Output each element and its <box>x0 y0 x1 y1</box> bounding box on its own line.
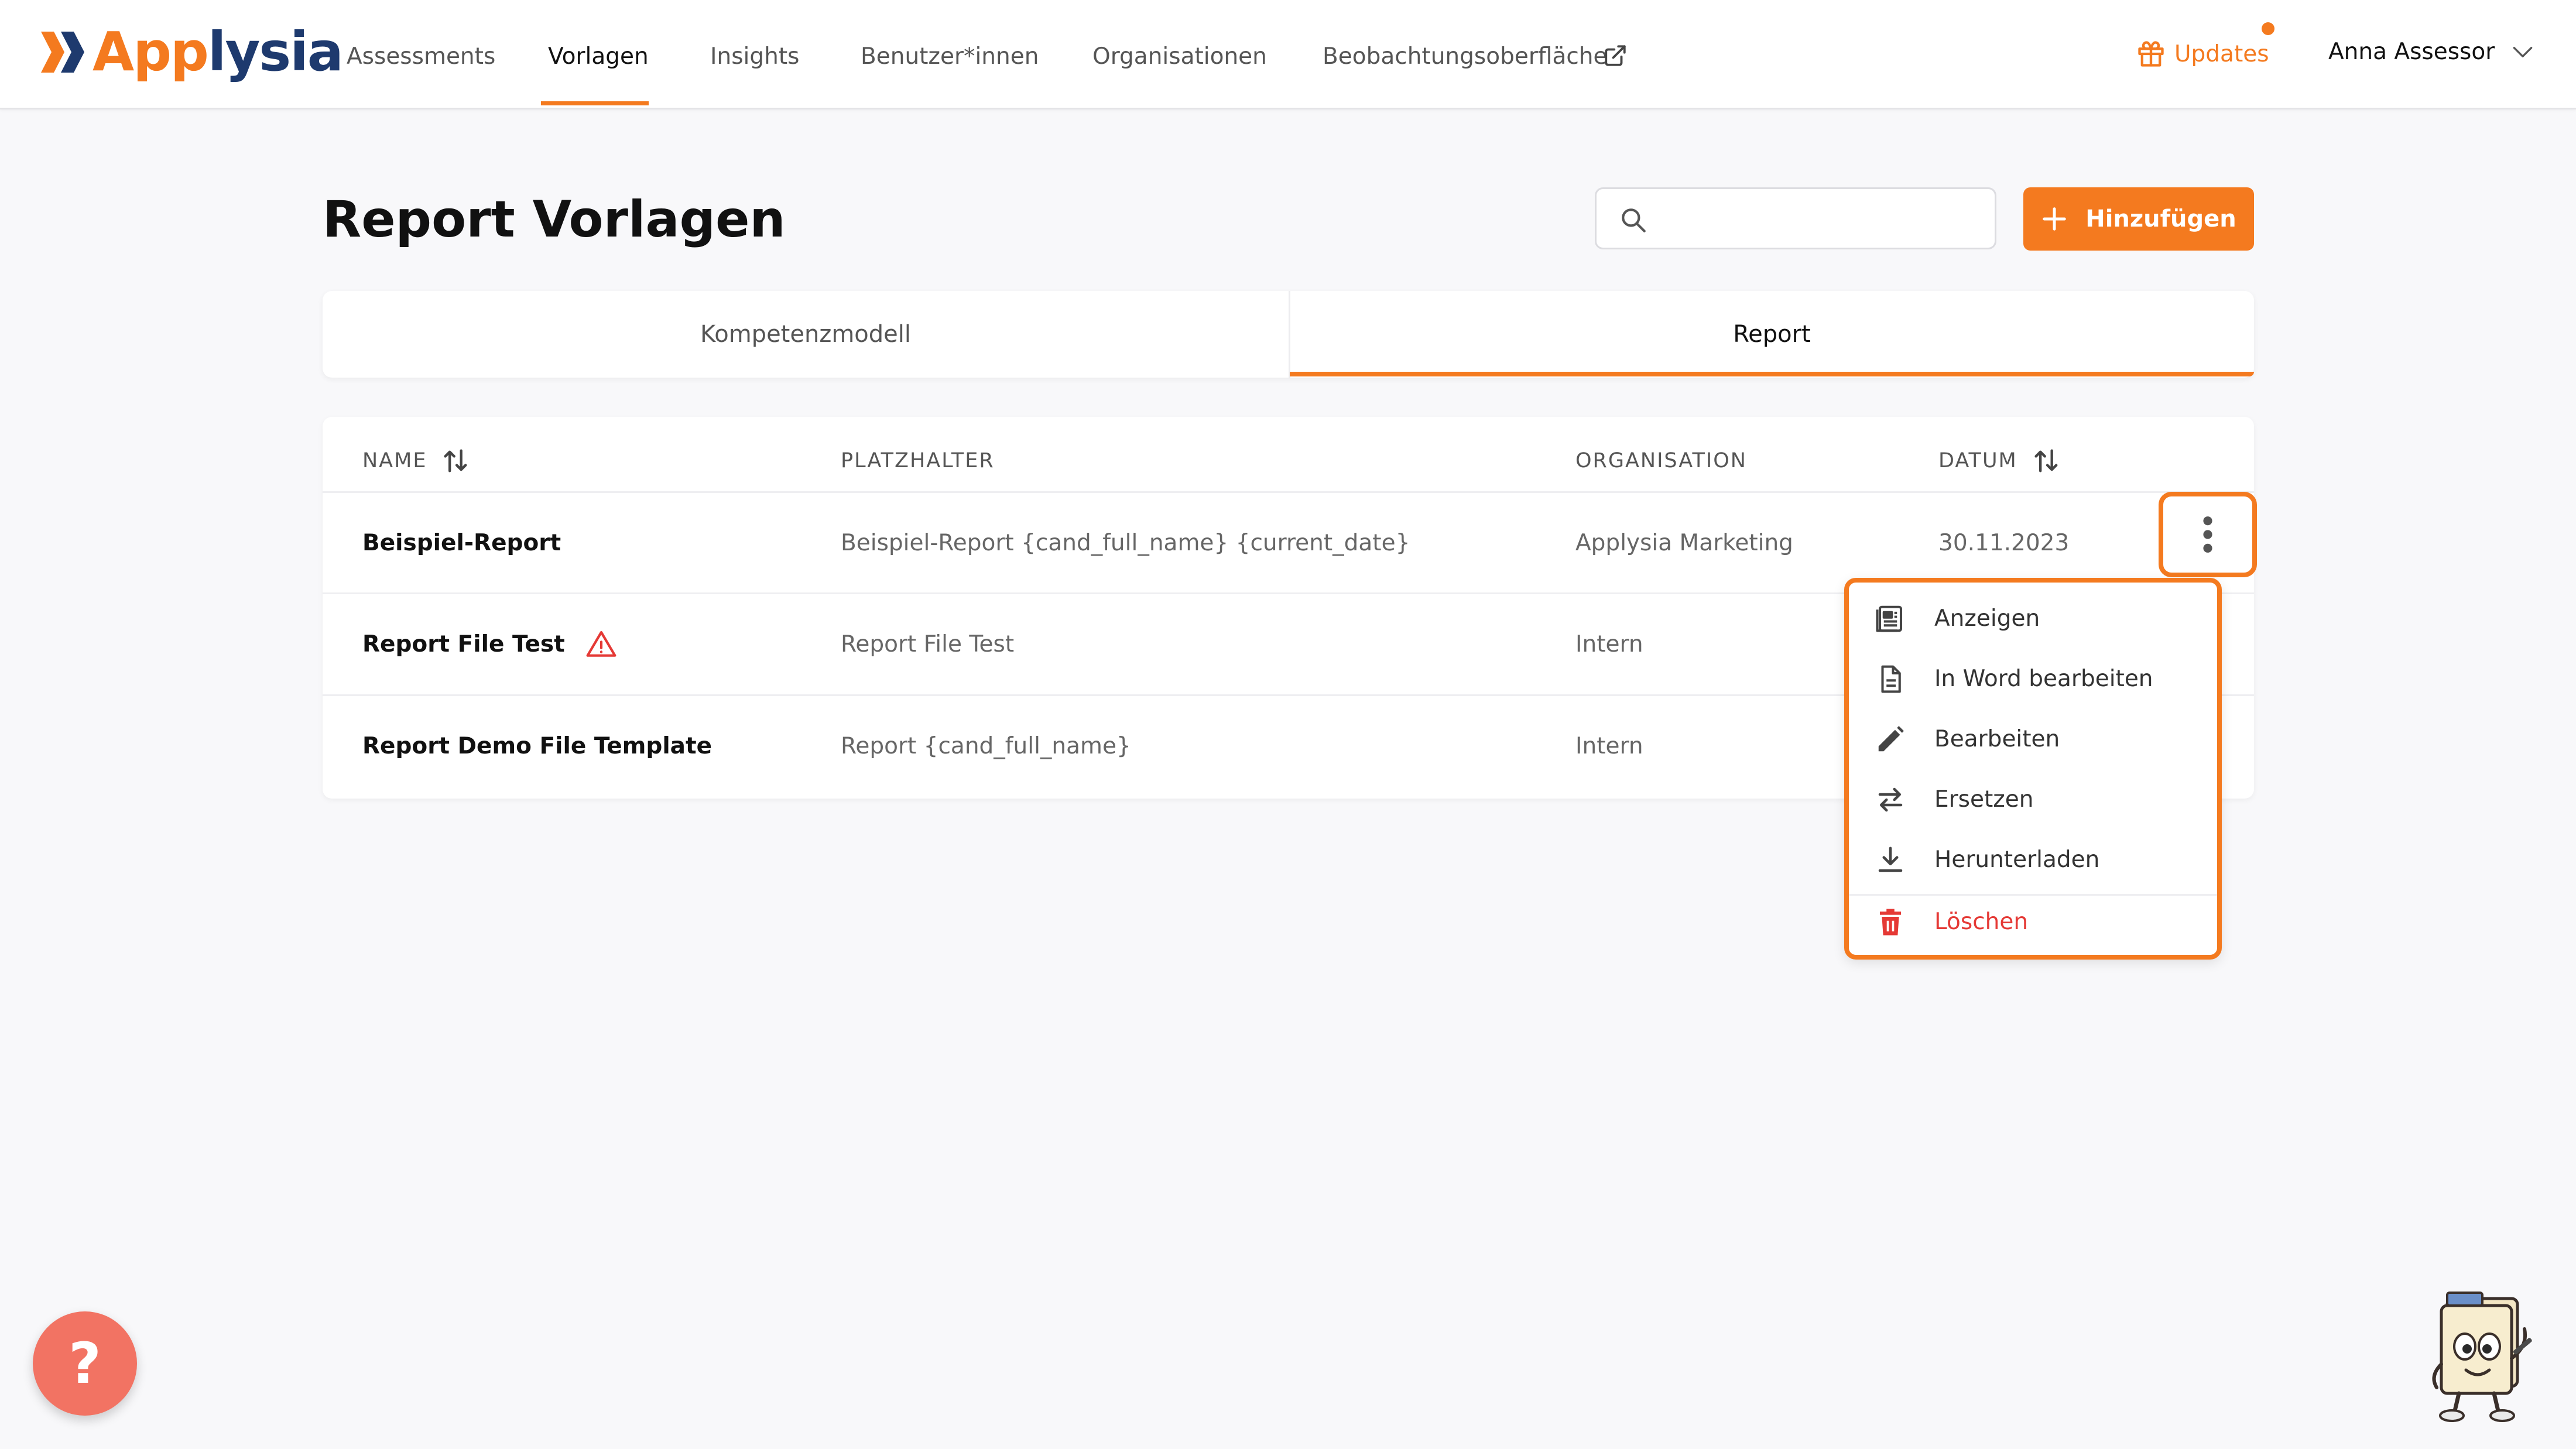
menu-item-herunterladen[interactable]: Herunterladen <box>1849 830 2217 890</box>
row-name: Report Demo File Template <box>362 733 712 759</box>
nav-vorlagen[interactable]: Vorlagen <box>548 41 649 73</box>
user-menu[interactable]: Anna Assessor <box>2328 39 2536 65</box>
updates-notification-dot <box>2262 22 2274 35</box>
menu-item-ersetzen[interactable]: Ersetzen <box>1849 769 2217 830</box>
view-document-icon <box>1876 605 1903 632</box>
warning-icon <box>586 631 616 657</box>
menu-item-label: In Word bearbeiten <box>1934 666 2153 692</box>
nav-assessments[interactable]: Assessments <box>347 41 495 73</box>
nav-active-indicator <box>541 101 649 105</box>
row-organisation: Applysia Marketing <box>1575 530 1793 556</box>
column-header-placeholder: PLATZHALTER <box>841 440 995 481</box>
search-input[interactable] <box>1661 200 1979 238</box>
row-actions-menu: Anzeigen In Word bearbeiten Bearbeiten E… <box>1844 578 2222 960</box>
row-placeholder: Report {cand_full_name} <box>841 733 1131 759</box>
nav-organisationen[interactable]: Organisationen <box>1092 41 1267 73</box>
row-name: Beispiel-Report <box>362 530 561 556</box>
row-name: Report File Test <box>362 594 618 694</box>
template-type-tabs: Kompetenzmodell Report <box>323 291 2254 378</box>
pencil-icon <box>1878 725 1904 751</box>
tab-kompetenzmodell[interactable]: Kompetenzmodell <box>323 291 1289 378</box>
row-placeholder: Beispiel-Report {cand_full_name} {curren… <box>841 530 1410 556</box>
menu-item-label: Ersetzen <box>1934 786 2034 813</box>
search-icon <box>1622 208 1646 232</box>
menu-item-anzeigen[interactable]: Anzeigen <box>1849 588 2217 649</box>
plus-icon <box>2043 207 2066 231</box>
nav-benutzer-innen[interactable]: Benutzer*innen <box>861 41 1039 73</box>
menu-item-bearbeiten[interactable]: Bearbeiten <box>1849 709 2217 769</box>
column-header-date[interactable]: DATUM <box>1938 440 2062 481</box>
column-header-organisation: ORGANISATION <box>1575 440 1747 481</box>
add-button[interactable]: Hinzufügen <box>2023 187 2254 251</box>
column-header-organisation-label: ORGANISATION <box>1575 449 1747 472</box>
more-vertical-icon <box>2203 516 2212 553</box>
word-document-icon <box>1881 665 1901 693</box>
row-placeholder: Report File Test <box>841 631 1015 657</box>
menu-item-label: Löschen <box>1934 909 2029 935</box>
gift-icon <box>2138 41 2164 67</box>
nav-beobachtungsoberflaeche[interactable]: Beobachtungsoberfläche <box>1323 41 1608 73</box>
download-icon <box>1878 847 1903 872</box>
row-actions-button[interactable] <box>2159 492 2257 577</box>
column-header-name-label: NAME <box>362 449 427 472</box>
row-organisation: Intern <box>1575 733 1643 759</box>
tab-report[interactable]: Report <box>1290 291 2254 378</box>
help-button-label: ? <box>68 1331 101 1396</box>
column-header-placeholder-label: PLATZHALTER <box>841 449 995 472</box>
document-mascot-icon[interactable] <box>2424 1288 2547 1423</box>
updates-label: Updates <box>2174 40 2269 67</box>
tab-active-indicator <box>1290 372 2254 376</box>
row-organisation: Intern <box>1575 631 1643 657</box>
search-box[interactable] <box>1595 187 1996 249</box>
add-button-label: Hinzufügen <box>2085 205 2236 232</box>
chevron-down-icon <box>2513 46 2533 57</box>
sort-icon[interactable] <box>2032 446 2062 476</box>
logo-chevrons-icon <box>41 32 84 73</box>
menu-item-label: Anzeigen <box>1934 605 2040 632</box>
menu-item-label: Herunterladen <box>1934 847 2100 873</box>
top-navigation-bar: Applysia Assessments Vorlagen Insights B… <box>0 0 2576 109</box>
page-title: Report Vorlagen <box>323 190 786 249</box>
swap-arrows-icon <box>1878 787 1903 811</box>
menu-item-in-word-bearbeiten[interactable]: In Word bearbeiten <box>1849 649 2217 709</box>
applysia-logo[interactable]: Applysia <box>37 20 344 84</box>
external-link-icon[interactable] <box>1603 43 1628 68</box>
user-name: Anna Assessor <box>2328 39 2495 65</box>
updates-button[interactable]: Updates <box>2136 39 2269 69</box>
row-name-text: Report File Test <box>362 631 565 657</box>
menu-item-loeschen[interactable]: Löschen <box>1849 892 2217 952</box>
menu-item-label: Bearbeiten <box>1934 726 2060 752</box>
nav-insights[interactable]: Insights <box>710 41 799 73</box>
trash-icon <box>1880 909 1901 935</box>
logo-text: Applysia <box>93 20 344 83</box>
help-button[interactable]: ? <box>33 1311 137 1416</box>
column-header-date-label: DATUM <box>1938 449 2017 472</box>
sort-icon[interactable] <box>441 446 471 476</box>
column-header-name[interactable]: NAME <box>362 440 471 481</box>
